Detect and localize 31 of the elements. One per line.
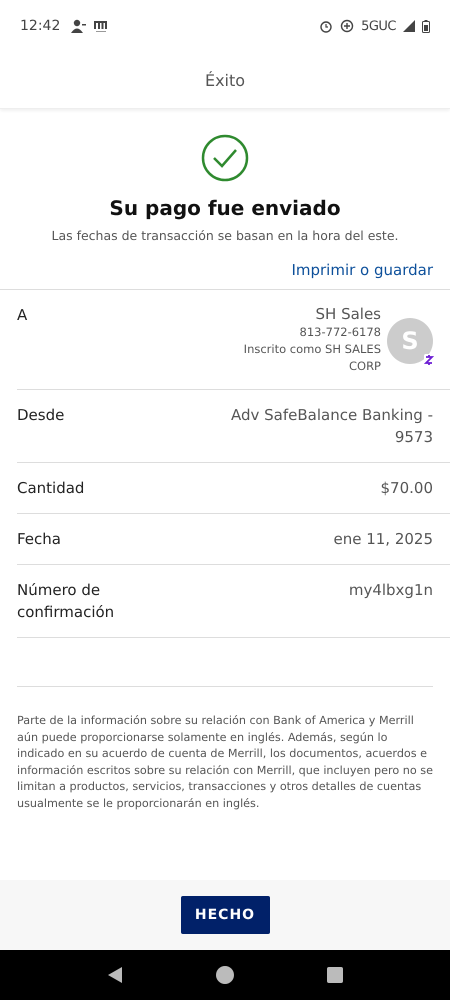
person-add-icon [71,19,88,33]
recents-icon[interactable] [327,967,344,983]
done-button[interactable]: HECHO [180,896,270,934]
alarm-icon [319,19,334,33]
detail-value: ene 11, 2025 [333,529,433,550]
signal-icon [403,20,415,32]
detail-value: $70.00 [380,478,433,499]
detail-label: Fecha [17,529,61,550]
print-link[interactable]: Imprimir o guardar [291,261,433,279]
data-saver-icon [340,19,354,33]
confirmation-subtitle: Las fechas de transacción se basan en la hora del este. [51,228,398,243]
recipient-name: SH Sales [316,304,381,324]
back-icon[interactable] [106,966,123,984]
app-logo-icon [94,19,108,33]
battery-icon [422,20,430,32]
check-circle-icon [201,134,249,182]
recipient-phone: 813-772-6178 [300,324,381,341]
screen-title: Éxito [204,70,246,90]
detail-label: Desde [17,405,64,426]
network-label: 5GUC [361,18,396,34]
detail-value: Adv SafeBalance Banking - 9573 [230,405,433,448]
confirmation-title: Su pago fue enviado [109,196,341,220]
disclaimer-text: Parte de la información sobre su relación con Bank of America y Merrill aún puede proporcionarse solamente en inglés. Además, según lo indicado en su acuerdo de cuenta de Merrill, los documentos, acuerdos e información escritos sobre su relación con Merrill, que incluyen pero no se limitan a productos, servicios, transacciones y otros detalles de cuentas usualmente se le proporcionarán en inglés. [17,713,433,812]
zelle-badge-icon [424,354,434,366]
recipient-enrolled-name: Inscrito como SH SALES CORP [242,341,381,375]
detail-label: Cantidad [17,478,84,499]
detail-label: A [17,305,28,326]
detail-label: Número de confirmación [17,580,116,623]
detail-value: my4lbxg1n [348,580,433,601]
status-time: 12:42 [20,18,60,34]
home-icon[interactable] [216,966,234,984]
